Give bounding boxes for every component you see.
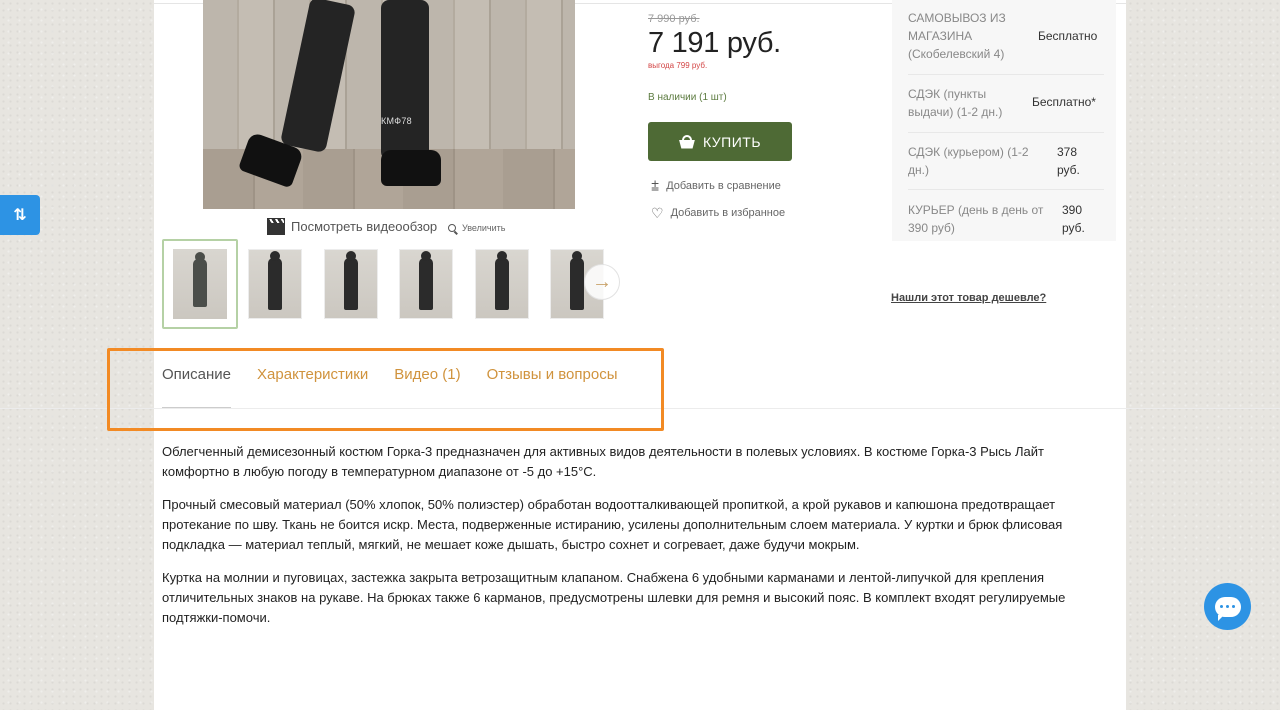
magnifier-icon <box>448 224 456 232</box>
delivery-option-price: 378 руб. <box>1057 145 1080 177</box>
video-review-label: Посмотреть видеообзор <box>291 219 438 234</box>
thumbnail-figure <box>344 251 358 310</box>
buy-button[interactable]: КУПИТЬ <box>648 122 792 161</box>
current-price: 7 191 руб. <box>648 27 781 59</box>
photo-leg-right <box>381 0 429 160</box>
delivery-option-label: КУРЬЕР (день в день от 390 руб) <box>908 203 1044 235</box>
description-paragraph: Облегченный демисезонный костюм Горка-3 … <box>162 444 1044 479</box>
thumbnail-figure <box>570 251 584 310</box>
thumbnail-strip: → <box>162 239 620 330</box>
buy-button-label: КУПИТЬ <box>702 133 762 150</box>
photo-leg-left <box>279 0 357 154</box>
delivery-divider <box>908 132 1104 133</box>
description-paragraph: Прочный смесовый материал (50% хлопок, 5… <box>162 497 1063 552</box>
stock-status: В наличии (1 шт) <box>648 92 727 103</box>
tab-specifications[interactable]: Характеристики <box>257 366 368 408</box>
delivery-option-price: Бесплатно* <box>1032 95 1096 109</box>
add-to-compare-link[interactable]: ⩲ Добавить в сравнение <box>651 179 781 193</box>
photo-watermark: КМФ78 <box>381 116 412 126</box>
tab-reviews[interactable]: Отзывы и вопросы <box>487 366 618 408</box>
basket-icon <box>678 134 695 149</box>
delivery-row-cdek-points: СДЭК (пункты выдачи) (1-2 дн.) Бесплатно… <box>908 85 1104 121</box>
thumbnail-3[interactable] <box>324 249 378 319</box>
video-review-link[interactable]: Посмотреть видеообзор <box>267 218 437 235</box>
zoom-link[interactable]: Увеличить <box>448 223 505 233</box>
delivery-option-price: Бесплатно <box>1038 29 1098 43</box>
product-main-photo[interactable]: КМФ78 <box>203 0 575 209</box>
delivery-options: САМОВЫВОЗ ИЗ МАГАЗИНА (Скобелевский 4) Б… <box>892 0 1116 241</box>
delivery-divider <box>908 189 1104 190</box>
zoom-label: Увеличить <box>462 223 506 233</box>
sort-arrows-icon: ⇅ <box>13 207 27 224</box>
arrow-right-icon: → <box>592 271 612 293</box>
thumbnail-5[interactable] <box>475 249 529 319</box>
delivery-row-courier: КУРЬЕР (день в день от 390 руб) 390 руб. <box>908 201 1104 237</box>
thumbnail-4[interactable] <box>399 249 453 319</box>
clapperboard-icon <box>267 218 285 235</box>
found-cheaper-link[interactable]: Нашли этот товар дешевле? <box>891 292 1046 304</box>
delivery-option-label: САМОВЫВОЗ ИЗ МАГАЗИНА (Скобелевский 4) <box>908 11 1006 61</box>
thumbnail-figure <box>419 251 433 310</box>
thumbnail-1[interactable] <box>162 239 238 329</box>
thumbnail-figure <box>495 251 509 310</box>
thumbnails-next-button[interactable]: → <box>584 264 620 300</box>
delivery-row-pickup: САМОВЫВОЗ ИЗ МАГАЗИНА (Скобелевский 4) Б… <box>908 9 1104 63</box>
heart-icon: ♡ <box>651 205 664 221</box>
delivery-divider <box>908 74 1104 75</box>
sort-filter-button[interactable]: ⇅ <box>0 195 40 235</box>
product-description: Облегченный демисезонный костюм Горка-3 … <box>162 442 1097 641</box>
saving-text: выгода 799 руб. <box>648 61 708 70</box>
add-to-favorites-label: Добавить в избранное <box>670 207 786 219</box>
chat-bubble-icon <box>1214 596 1241 621</box>
tabs-divider <box>0 408 1280 409</box>
add-to-compare-label: Добавить в сравнение <box>666 180 781 192</box>
delivery-row-cdek-courier: СДЭК (курьером) (1-2 дн.) 378 руб. <box>908 143 1104 179</box>
product-page: КМФ78 Посмотреть видеообзор Увеличить → … <box>154 0 1126 710</box>
delivery-option-price: 390 руб. <box>1062 203 1085 235</box>
thumbnail-2[interactable] <box>248 249 302 319</box>
add-to-favorites-link[interactable]: ♡ Добавить в избранное <box>651 206 785 220</box>
delivery-option-label: СДЭК (курьером) (1-2 дн.) <box>908 145 1029 177</box>
compare-icon: ⩲ <box>651 178 660 194</box>
delivery-option-label: СДЭК (пункты выдачи) (1-2 дн.) <box>908 87 1003 119</box>
product-tabs: Описание Характеристики Видео (1) Отзывы… <box>162 366 618 409</box>
tab-description[interactable]: Описание <box>162 366 232 409</box>
description-paragraph: Куртка на молнии и пуговицах, застежка з… <box>162 570 1066 625</box>
tab-video[interactable]: Видео (1) <box>394 366 460 408</box>
photo-boot-right <box>381 150 441 186</box>
chat-widget-button[interactable] <box>1204 583 1251 630</box>
old-price: 7 990 руб. <box>648 13 700 25</box>
thumbnail-figure <box>268 251 282 310</box>
thumbnail-figure <box>193 252 207 307</box>
